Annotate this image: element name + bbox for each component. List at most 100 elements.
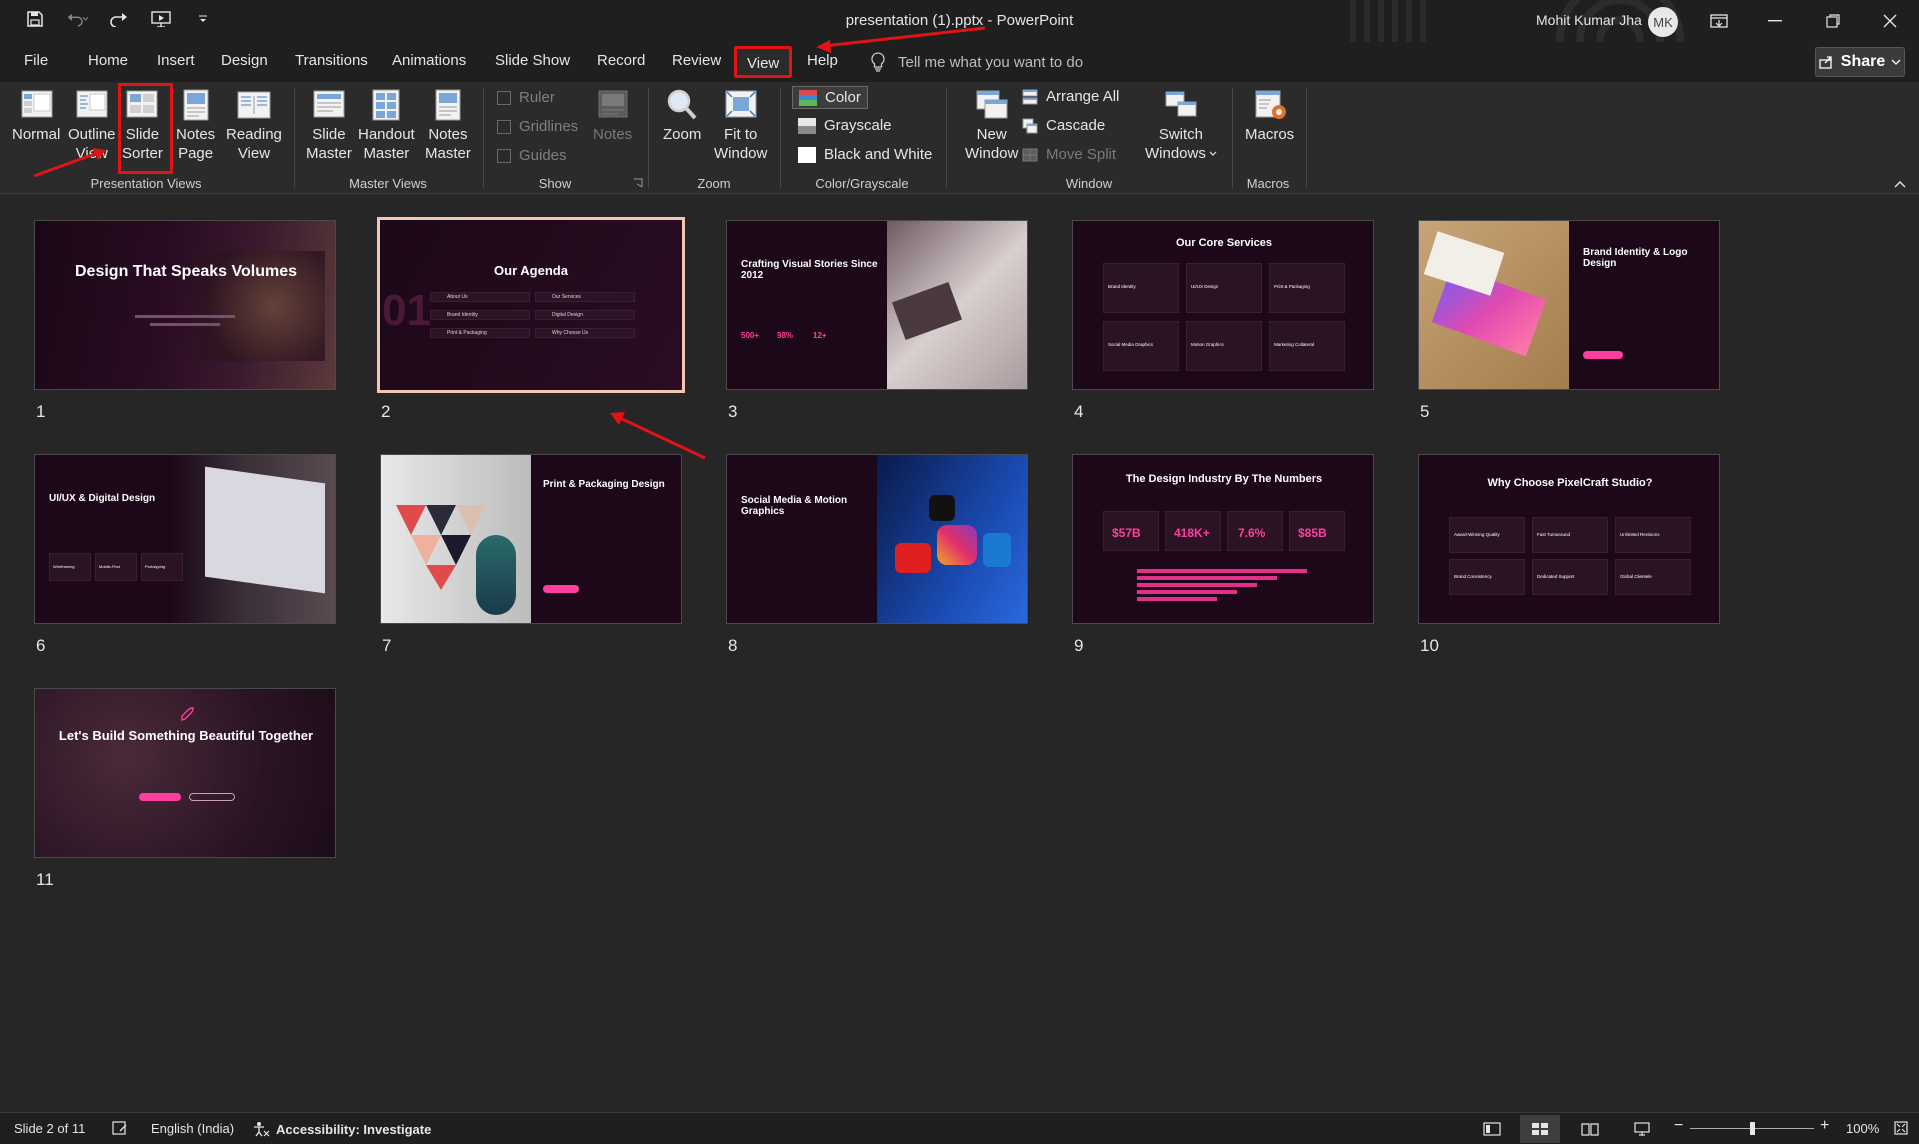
minimize-icon[interactable] xyxy=(1762,8,1788,34)
macros-button[interactable]: Macros xyxy=(1245,88,1294,144)
present-from-start-icon[interactable] xyxy=(150,8,172,30)
switch-windows-button[interactable]: Switch Windows xyxy=(1145,88,1217,163)
ribbon-separator xyxy=(294,88,295,188)
slide-thumbnail-7[interactable]: Print & Packaging Design xyxy=(380,454,682,624)
fit-slide-button[interactable] xyxy=(1894,1121,1908,1135)
restore-icon[interactable] xyxy=(1820,8,1846,34)
move-split-button[interactable]: Move Split xyxy=(1022,146,1116,163)
zoom-slider-thumb[interactable] xyxy=(1750,1122,1755,1135)
grayscale-swatch-icon xyxy=(798,117,816,134)
zoom-out-button[interactable]: − xyxy=(1674,1117,1683,1135)
tab-home[interactable]: Home xyxy=(88,52,128,69)
slide-title: Print & Packaging Design xyxy=(543,479,665,490)
tab-file[interactable]: File xyxy=(24,52,48,69)
reason-card: Award-Winning Quality xyxy=(1449,517,1525,553)
tab-animations[interactable]: Animations xyxy=(392,52,466,69)
redo-icon[interactable] xyxy=(108,8,130,30)
outline-view-button[interactable]: Outline View xyxy=(68,88,116,163)
handout-master-button[interactable]: Handout Master xyxy=(358,88,415,163)
slide-master-button[interactable]: Slide Master xyxy=(306,88,352,163)
tab-help[interactable]: Help xyxy=(807,52,838,69)
switch-windows-label-row: Windows xyxy=(1145,144,1217,163)
zoom-in-button[interactable]: + xyxy=(1820,1117,1829,1135)
cascade-button[interactable]: Cascade xyxy=(1022,117,1105,134)
ruler-checkbox[interactable]: Ruler xyxy=(497,89,555,106)
slide-thumbnail-10[interactable]: Why Choose PixelCraft Studio? Award-Winn… xyxy=(1418,454,1720,624)
reading-view-status-button[interactable] xyxy=(1570,1115,1610,1143)
notes-master-button[interactable]: Notes Master xyxy=(425,88,471,163)
reading-view-button[interactable]: Reading View xyxy=(226,88,282,163)
dialog-launcher-icon[interactable] xyxy=(633,178,643,188)
normal-view-button[interactable]: Normal xyxy=(12,88,60,144)
zoom-level[interactable]: 100% xyxy=(1846,1121,1879,1136)
notes-label: Notes xyxy=(593,126,633,143)
gridlines-checkbox[interactable]: Gridlines xyxy=(497,118,578,135)
arrange-all-button[interactable]: Arrange All xyxy=(1022,88,1119,105)
handout-master-icon xyxy=(372,89,400,121)
service-card: Motion Graphics xyxy=(1186,321,1262,371)
master-views-group-label: Master Views xyxy=(349,176,427,191)
notes-page-label-1: Notes xyxy=(176,126,216,143)
normal-view-status-button[interactable] xyxy=(1472,1115,1512,1143)
slide-thumbnail-8[interactable]: Social Media & Motion Graphics xyxy=(726,454,1028,624)
notes-page-button[interactable]: Notes Page xyxy=(176,88,215,163)
accessibility-icon xyxy=(254,1122,270,1137)
agenda-item: Brand Identity xyxy=(447,312,478,318)
slide-thumbnail-5[interactable]: Brand Identity & Logo Design xyxy=(1418,220,1720,390)
slide-thumbnail-6[interactable]: UI/UX & Digital Design Wireframing Mobil… xyxy=(34,454,336,624)
notes-toggle[interactable] xyxy=(112,1121,128,1135)
tab-review[interactable]: Review xyxy=(672,52,721,69)
status-bar: Slide 2 of 11 English (India) Accessibil… xyxy=(0,1112,1919,1144)
tab-transitions[interactable]: Transitions xyxy=(295,52,368,69)
slide-thumbnail-9[interactable]: The Design Industry By The Numbers $57B … xyxy=(1072,454,1374,624)
slide-button-shape xyxy=(1583,351,1623,359)
grayscale-button[interactable]: Grayscale xyxy=(798,117,892,134)
tab-insert[interactable]: Insert xyxy=(157,52,195,69)
slide-thumbnail-2[interactable]: 01 Our Agenda About Us Our Services Bran… xyxy=(377,217,685,393)
slide-thumbnail-11[interactable]: Let's Build Something Beautiful Together xyxy=(34,688,336,858)
tab-view[interactable]: View xyxy=(734,46,793,78)
slide-show-status-button[interactable] xyxy=(1622,1115,1662,1143)
ribbon-display-options-icon[interactable] xyxy=(1706,8,1732,34)
ribbon-view: Normal Outline View Slide Sorter Notes P… xyxy=(0,82,1919,194)
switch-windows-label-1: Switch xyxy=(1158,126,1204,143)
customize-toolbar-icon[interactable] xyxy=(192,8,214,30)
slide-count[interactable]: Slide 2 of 11 xyxy=(14,1121,85,1136)
save-icon[interactable] xyxy=(24,8,46,30)
share-button[interactable]: Share xyxy=(1815,47,1905,77)
slide-number: 7 xyxy=(382,636,392,655)
notes-button[interactable]: Notes xyxy=(593,88,632,144)
accessibility-checker[interactable]: Accessibility: Investigate xyxy=(252,1121,431,1137)
slide-thumbnail-1[interactable]: Design That Speaks Volumes xyxy=(34,220,336,390)
agenda-item: Digital Design xyxy=(552,312,583,318)
slide-thumbnail-4[interactable]: Our Core Services Brand Identity UI/UX D… xyxy=(1072,220,1374,390)
handout-master-label-2: Master xyxy=(363,145,410,162)
guides-checkbox[interactable]: Guides xyxy=(497,147,567,164)
close-icon[interactable] xyxy=(1877,8,1903,34)
tell-me-search[interactable]: Tell me what you want to do xyxy=(870,52,1083,72)
slide-sorter-status-button[interactable] xyxy=(1520,1115,1560,1143)
collapse-ribbon-icon[interactable] xyxy=(1894,180,1906,188)
feature-card: Wireframing xyxy=(49,553,91,581)
service-card-label: Brand Identity xyxy=(1108,284,1136,289)
zoom-button[interactable]: Zoom xyxy=(663,88,701,144)
undo-icon[interactable] xyxy=(66,8,88,30)
checkbox-box xyxy=(497,90,511,105)
tab-record[interactable]: Record xyxy=(597,52,645,69)
new-window-button[interactable]: New Window xyxy=(965,88,1018,163)
show-group-label: Show xyxy=(538,176,572,191)
black-and-white-label: Black and White xyxy=(824,146,933,163)
language-indicator[interactable]: English (India) xyxy=(151,1121,234,1136)
slide-big-number: 01 xyxy=(382,286,431,335)
slide-title: Let's Build Something Beautiful Together xyxy=(58,728,314,743)
black-and-white-button[interactable]: Black and White xyxy=(798,146,932,163)
user-name[interactable]: Mohit Kumar Jha xyxy=(1536,12,1642,28)
avatar[interactable]: MK xyxy=(1648,7,1678,37)
slide-thumbnail-3[interactable]: Crafting Visual Stories Since 2012 500+ … xyxy=(726,220,1028,390)
tab-design[interactable]: Design xyxy=(221,52,268,69)
tab-slide-show[interactable]: Slide Show xyxy=(495,52,570,69)
color-button[interactable]: Color xyxy=(792,86,868,109)
feature-card-label: Wireframing xyxy=(53,564,75,569)
slide-number: 5 xyxy=(1420,402,1430,421)
fit-to-window-button[interactable]: Fit to Window xyxy=(714,88,767,163)
